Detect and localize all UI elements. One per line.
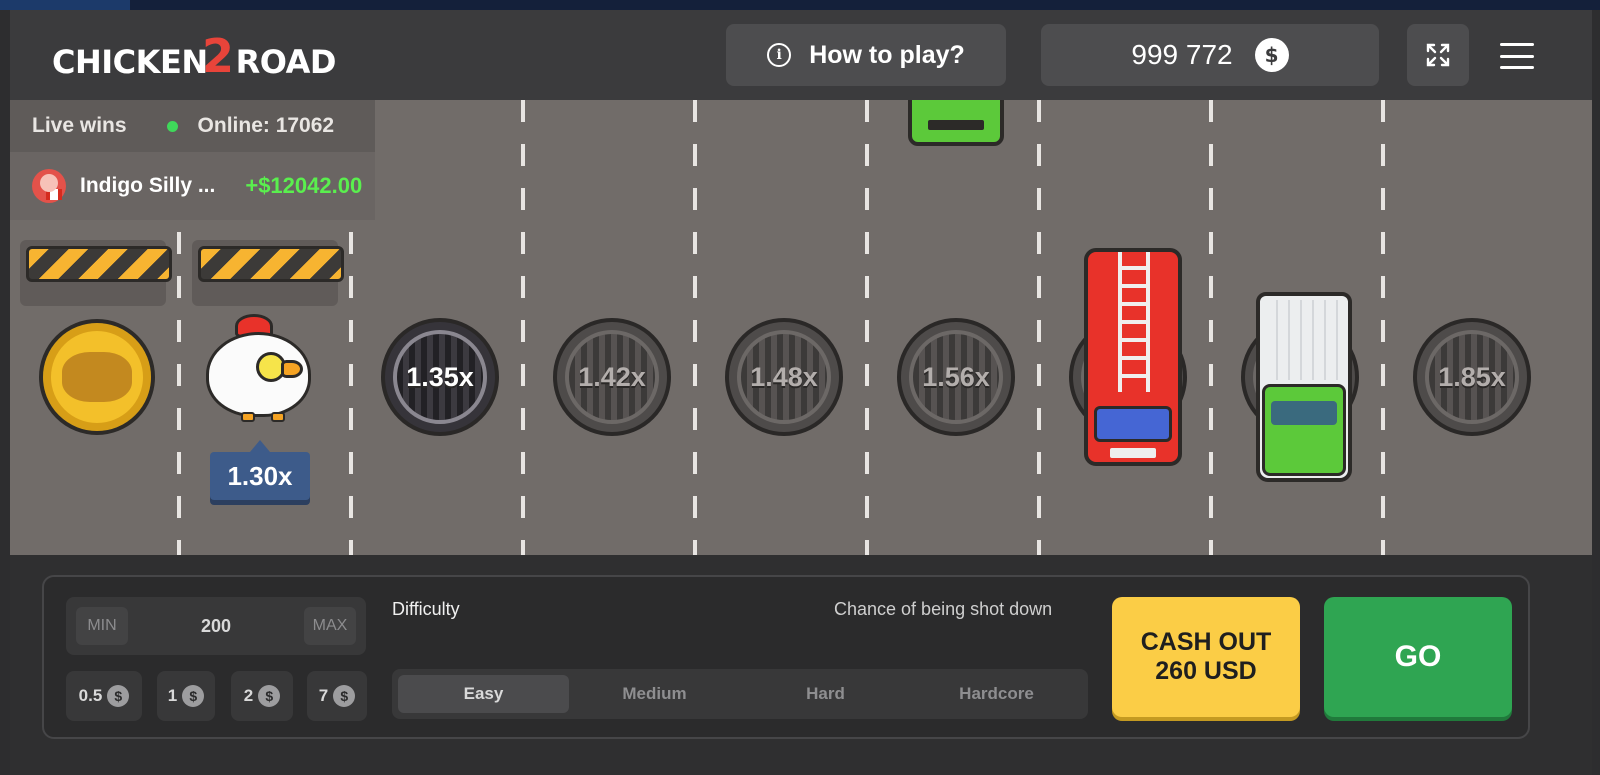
cash-out-label: CASH OUT	[1140, 628, 1272, 656]
balance-display: 999 772 $	[1041, 24, 1379, 86]
lane-divider	[1037, 100, 1041, 555]
difficulty-option-hard[interactable]: Hard	[740, 675, 911, 713]
difficulty-option-medium[interactable]: Medium	[569, 675, 740, 713]
difficulty-label: Difficulty	[392, 599, 460, 619]
min-bet-button[interactable]: MIN	[76, 607, 128, 645]
start-gold-coin-icon	[39, 319, 155, 435]
browser-top-strip	[0, 0, 1600, 10]
logo-text-road: ROAD	[235, 43, 337, 81]
step-multiplier: 1.85x	[1438, 361, 1506, 392]
cash-out-amount: 260 USD	[1155, 657, 1257, 685]
hamburger-menu-icon[interactable]	[1500, 43, 1534, 69]
lane-divider	[693, 100, 697, 555]
winner-name: Indigo Silly ...	[80, 174, 216, 197]
cash-out-button[interactable]: CASH OUT 260 USD	[1112, 597, 1300, 717]
green-car	[908, 100, 1004, 146]
manhole-step[interactable]: 1.48x	[725, 318, 843, 436]
bet-amount-input[interactable]: 200	[201, 616, 231, 637]
lane-divider	[1381, 100, 1385, 555]
fullscreen-button[interactable]	[1407, 24, 1469, 86]
canada-flag-icon	[46, 189, 62, 200]
max-bet-button[interactable]: MAX	[303, 607, 356, 645]
how-to-play-button[interactable]: i How to play?	[726, 24, 1006, 86]
chip-button[interactable]: 7 $	[307, 671, 367, 721]
difficulty-option-hardcore[interactable]: Hardcore	[911, 675, 1082, 713]
dollar-coin-icon: $	[182, 685, 205, 707]
winner-amount: +$12042.00	[245, 173, 363, 198]
step-multiplier: 1.35x	[406, 361, 474, 392]
online-count: Online: 17062	[197, 114, 335, 137]
logo-number: 2	[202, 29, 234, 83]
step-multiplier: 1.42x	[578, 361, 646, 392]
game-logo: CHICKEN 2 ROAD	[52, 29, 337, 92]
road-barrier	[192, 232, 344, 306]
dollar-coin-icon: $	[258, 685, 281, 707]
game-road: Live wins Online: 17062 Indigo Silly ...…	[10, 100, 1592, 555]
current-multiplier-tag: 1.30x	[210, 440, 310, 500]
top-strip-accent	[0, 0, 130, 10]
info-icon: i	[767, 43, 792, 67]
header: CHICKEN 2 ROAD i How to play? 999 772 $	[10, 10, 1592, 100]
manhole-step[interactable]: 1.42x	[553, 318, 671, 436]
avatar	[32, 169, 66, 203]
control-panel: MIN 200 MAX 0.5 $ 1 $ 2 $ 7 $ Difficulty Cha…	[42, 575, 1530, 739]
go-button[interactable]: GO	[1324, 597, 1512, 717]
live-wins-bar: Live wins Online: 17062	[10, 100, 375, 152]
live-wins-label: Live wins	[32, 114, 127, 137]
road-barrier	[20, 232, 172, 306]
fullscreen-icon	[1426, 43, 1450, 67]
difficulty-selector: Easy Medium Hard Hardcore	[392, 669, 1088, 719]
dollar-coin-icon: $	[333, 685, 356, 707]
dollar-coin-icon: $	[1254, 38, 1289, 72]
chicken-player	[201, 312, 313, 424]
step-multiplier: 1.48x	[750, 361, 818, 392]
dollar-coin-icon: $	[107, 685, 130, 707]
logo-text-chicken: CHICKEN	[52, 43, 208, 81]
chip-button[interactable]: 1 $	[157, 671, 215, 721]
chance-label: Chance of being shot down	[834, 599, 1053, 619]
how-to-play-label: How to play?	[809, 40, 965, 69]
live-win-entry: Indigo Silly ... +$12042.00	[10, 152, 375, 220]
manhole-step[interactable]: 1.56x	[897, 318, 1015, 436]
white-truck	[1256, 292, 1352, 482]
bet-amount-field: MIN 200 MAX	[66, 597, 366, 655]
lane-divider	[521, 100, 525, 555]
chip-button[interactable]: 0.5 $	[66, 671, 142, 721]
chip-button[interactable]: 2 $	[231, 671, 293, 721]
difficulty-option-easy[interactable]: Easy	[398, 675, 569, 713]
online-status-dot	[166, 120, 178, 132]
lane-divider	[1209, 100, 1213, 555]
manhole-step[interactable]: 1.85x	[1413, 318, 1531, 436]
manhole-step[interactable]: 1.35x	[381, 318, 499, 436]
fire-truck	[1084, 248, 1182, 466]
lane-divider	[865, 100, 869, 555]
balance-value: 999 772	[1131, 39, 1233, 70]
step-multiplier: 1.56x	[922, 361, 990, 392]
